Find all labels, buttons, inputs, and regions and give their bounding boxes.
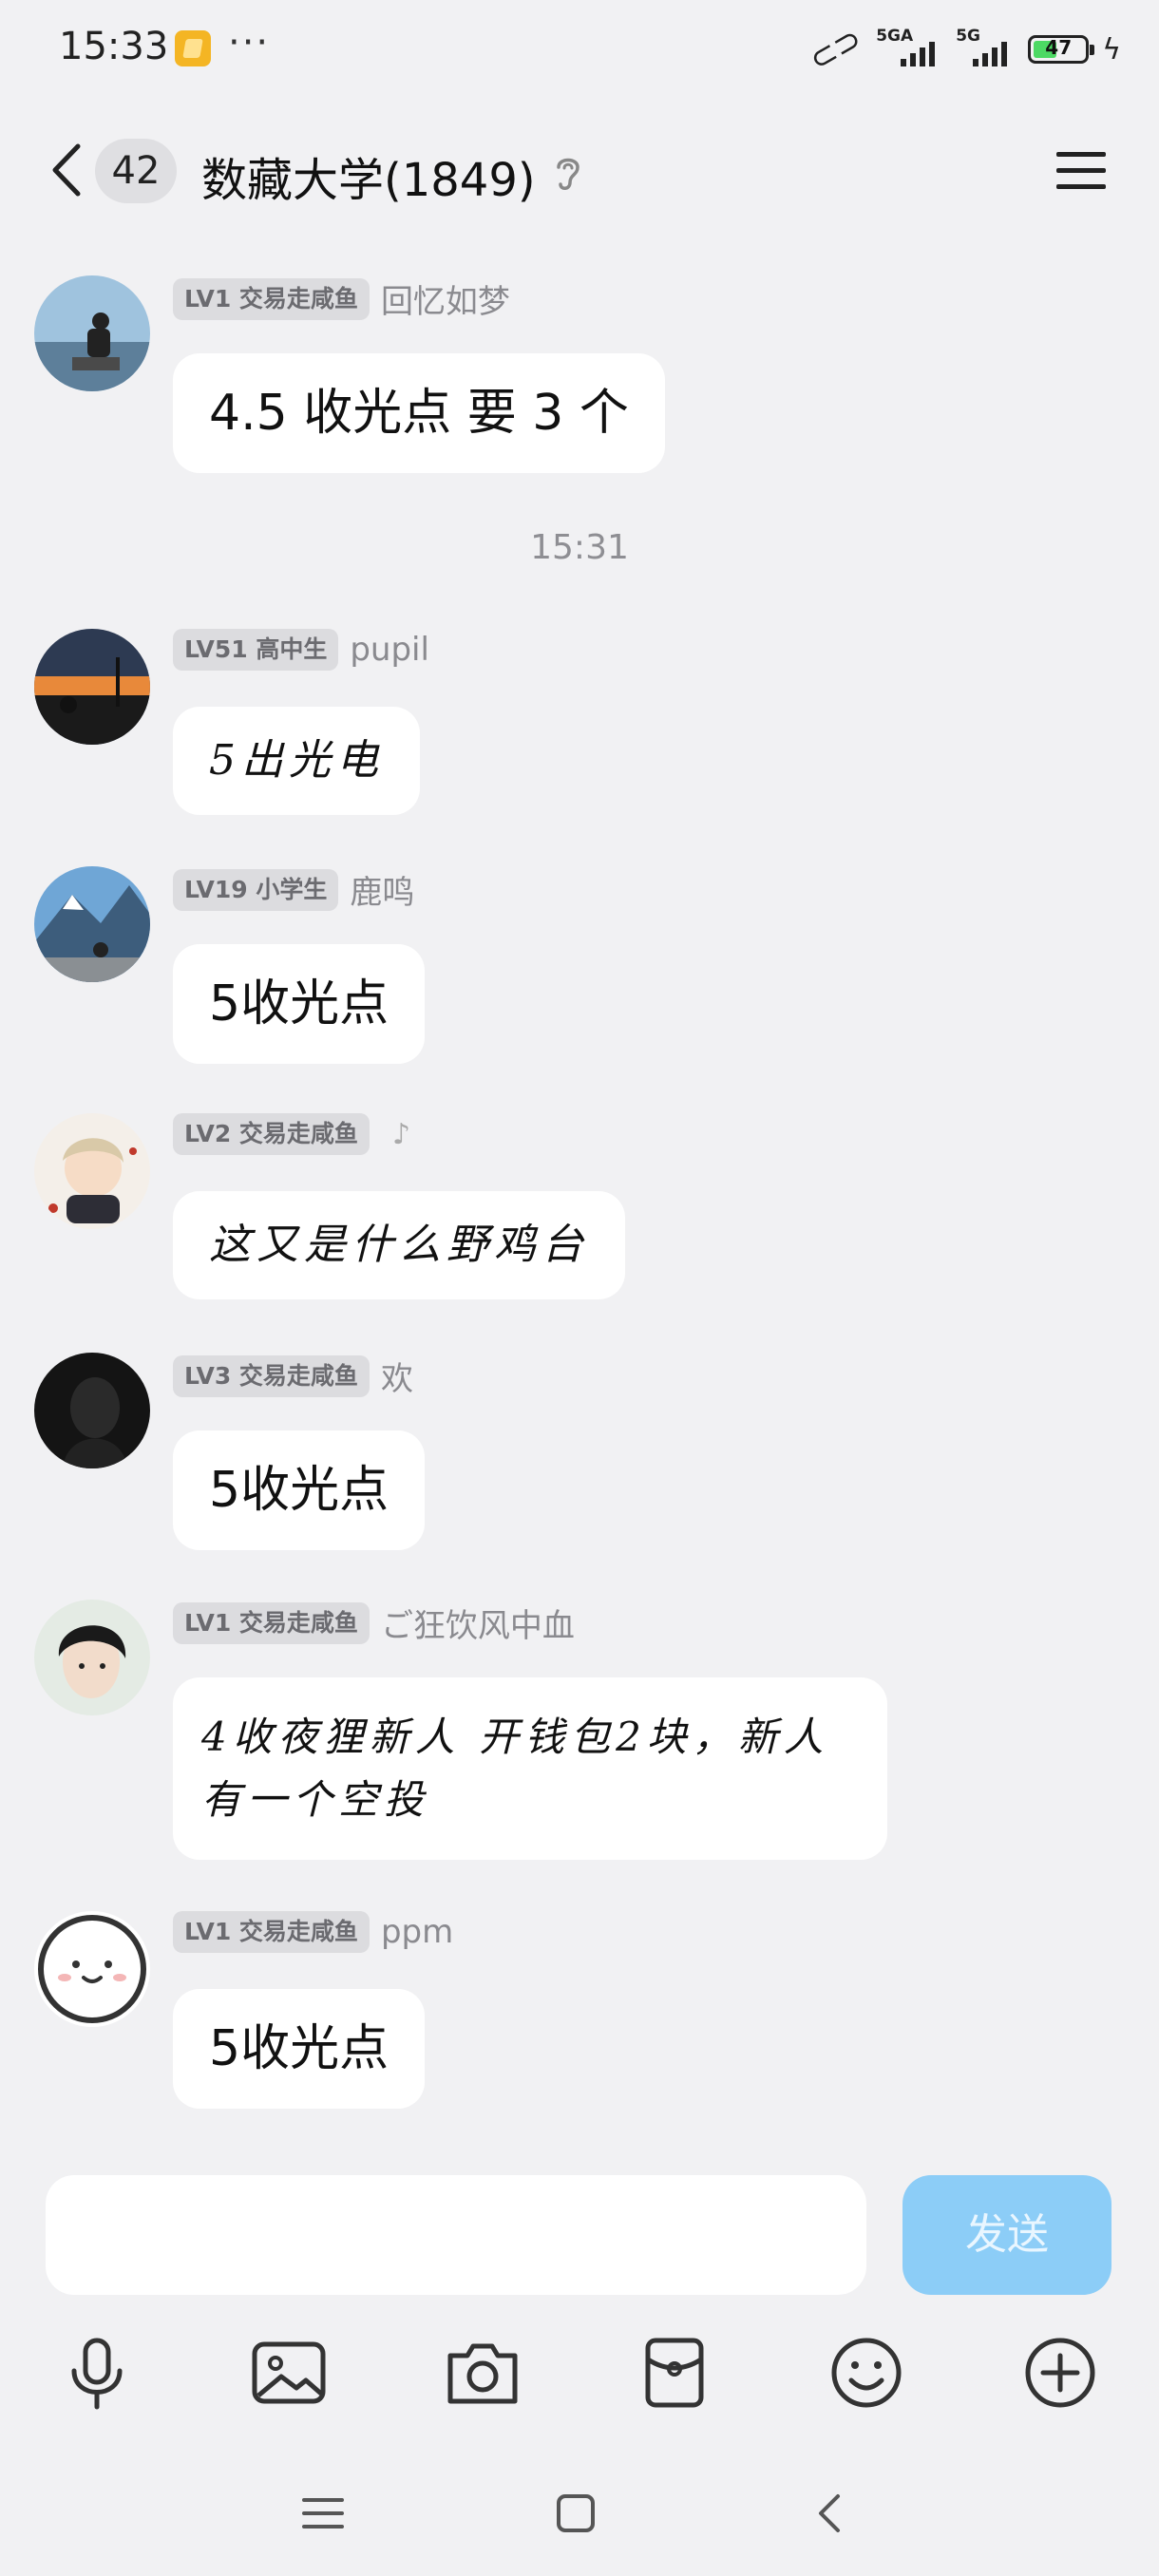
unread-count-badge[interactable]: 42: [95, 139, 177, 203]
avatar[interactable]: [34, 866, 150, 982]
avatar[interactable]: [34, 629, 150, 745]
avatar[interactable]: [34, 1113, 150, 1229]
send-button[interactable]: 发送: [902, 2175, 1112, 2295]
chat-header: 42 数藏大学(1849): [0, 123, 1159, 218]
image-icon[interactable]: [243, 2327, 334, 2418]
message-bubble[interactable]: 5出光电: [173, 707, 420, 815]
level-badge: LV19 小学生: [173, 868, 339, 911]
toolbar: [0, 2327, 1159, 2451]
avatar[interactable]: [34, 275, 150, 391]
sender-name: ppm: [380, 1913, 454, 1951]
battery-level: 47: [1045, 36, 1073, 59]
home-icon[interactable]: [549, 2487, 602, 2540]
menu-icon[interactable]: [1053, 146, 1110, 196]
message-bubble[interactable]: 5收光点: [173, 1989, 426, 2109]
message-bubble[interactable]: 4.5 收光点 要 3 个: [173, 353, 665, 473]
level-badge: LV2 交易走咸鱼: [173, 1113, 370, 1155]
signal-5g-icon: 5G: [956, 27, 1015, 66]
system-nav-bar: [0, 2441, 1159, 2576]
group-title[interactable]: 数藏大学(1849): [201, 142, 536, 209]
avatar[interactable]: [34, 1353, 150, 1468]
level-badge: LV1 交易走咸鱼: [173, 1601, 370, 1644]
level-badge: LV51 高中生: [173, 629, 339, 671]
back-arrow-icon[interactable]: [40, 141, 99, 199]
sender-name: 回忆如梦: [380, 283, 510, 321]
status-bar: 15:33 ··· ⊂⊃ 5GA 5G 47 ϟ: [0, 0, 1159, 95]
hotspot-link-icon: ⊂⊃: [803, 19, 869, 80]
more-notifications-icon: ···: [228, 21, 271, 65]
signal-5g-label: 5G: [956, 27, 980, 46]
signal-5ga-icon: 5GA: [876, 27, 942, 66]
sender-name: ご狂饮风中血: [380, 1607, 575, 1645]
plus-icon[interactable]: [1015, 2327, 1106, 2418]
recent-apps-icon[interactable]: [296, 2487, 350, 2540]
charging-icon: ϟ: [1102, 32, 1121, 66]
sender-name: pupil: [350, 631, 429, 669]
sender-name: 欢: [380, 1360, 413, 1398]
microphone-icon[interactable]: [51, 2327, 142, 2418]
level-badge: LV1 交易走咸鱼: [173, 1911, 370, 1953]
message-bubble[interactable]: 这又是什么野鸡台: [173, 1191, 625, 1299]
level-badge: LV1 交易走咸鱼: [173, 277, 370, 320]
battery-icon: 47: [1028, 35, 1095, 64]
avatar[interactable]: [34, 1600, 150, 1715]
message-bubble[interactable]: 5收光点: [173, 1430, 426, 1550]
ear-icon: [557, 158, 580, 190]
status-time: 15:33: [59, 25, 169, 68]
camera-icon[interactable]: [437, 2327, 528, 2418]
notes-app-icon: [175, 30, 211, 66]
message-bubble[interactable]: 4收夜狸新人 开钱包2块，新人有一个空投: [173, 1677, 887, 1860]
signal-5ga-label: 5GA: [876, 27, 914, 46]
red-packet-icon[interactable]: [629, 2327, 720, 2418]
sender-name: 鹿鸣: [350, 874, 415, 912]
nav-back-icon[interactable]: [804, 2487, 857, 2540]
guitar-icon: ♪: [391, 1117, 411, 1151]
emoji-icon[interactable]: [821, 2327, 912, 2418]
avatar[interactable]: [34, 1911, 150, 2027]
message-input[interactable]: [46, 2175, 866, 2295]
level-badge: LV3 交易走咸鱼: [173, 1354, 370, 1397]
message-bubble[interactable]: 5收光点: [173, 944, 426, 1064]
timestamp: 15:31: [530, 528, 629, 567]
